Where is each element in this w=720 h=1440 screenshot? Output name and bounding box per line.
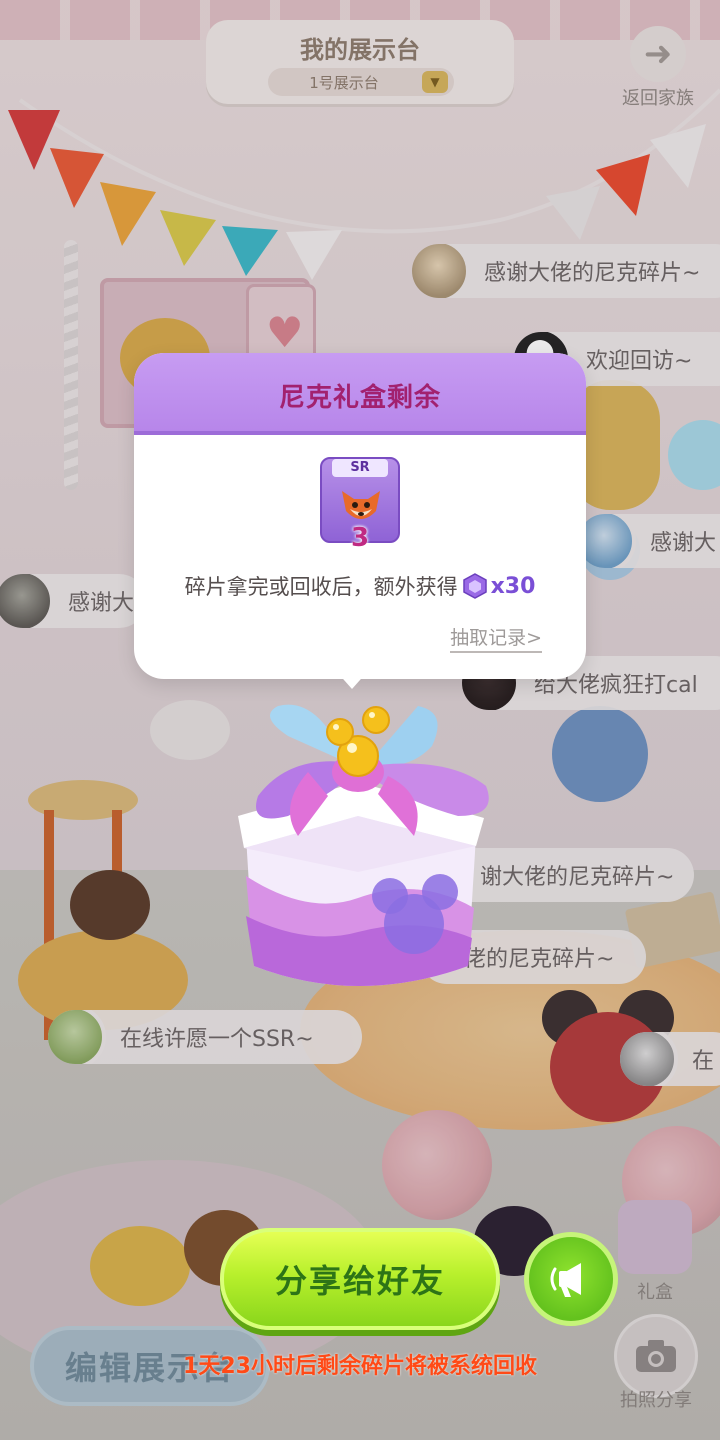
description-text: 碎片拿完或回收后，额外获得 — [184, 575, 458, 599]
share-label: 分享给好友 — [274, 1262, 445, 1300]
fox-face-icon — [342, 491, 380, 519]
nick-giftbox[interactable] — [218, 676, 498, 996]
draw-history-link[interactable]: 抽取记录> — [450, 623, 542, 653]
reward-description: 碎片拿完或回收后，额外获得 x30 — [134, 571, 586, 601]
purple-hexagon-gem-icon — [462, 573, 487, 599]
popup-title: 尼克礼盒剩余 — [278, 383, 441, 413]
megaphone-icon — [550, 1263, 581, 1297]
card-rarity: SR — [332, 459, 388, 477]
share-to-friend-button[interactable]: 分享给好友 — [220, 1228, 500, 1330]
giftbox-remaining-popup: 尼克礼盒剩余 SR 3 碎片拿完或回收后，额外获得 x30 抽取记录> — [134, 353, 586, 689]
card-count: 3 — [350, 523, 370, 553]
recycle-notice: 1天23小时后剩余碎片将被系统回收 — [183, 1354, 537, 1379]
popup-header: 尼克礼盒剩余 — [134, 353, 586, 435]
fox-nick-card-icon: SR 3 — [320, 457, 400, 551]
broadcast-button[interactable] — [524, 1232, 618, 1326]
reward-count: x30 — [490, 573, 536, 599]
